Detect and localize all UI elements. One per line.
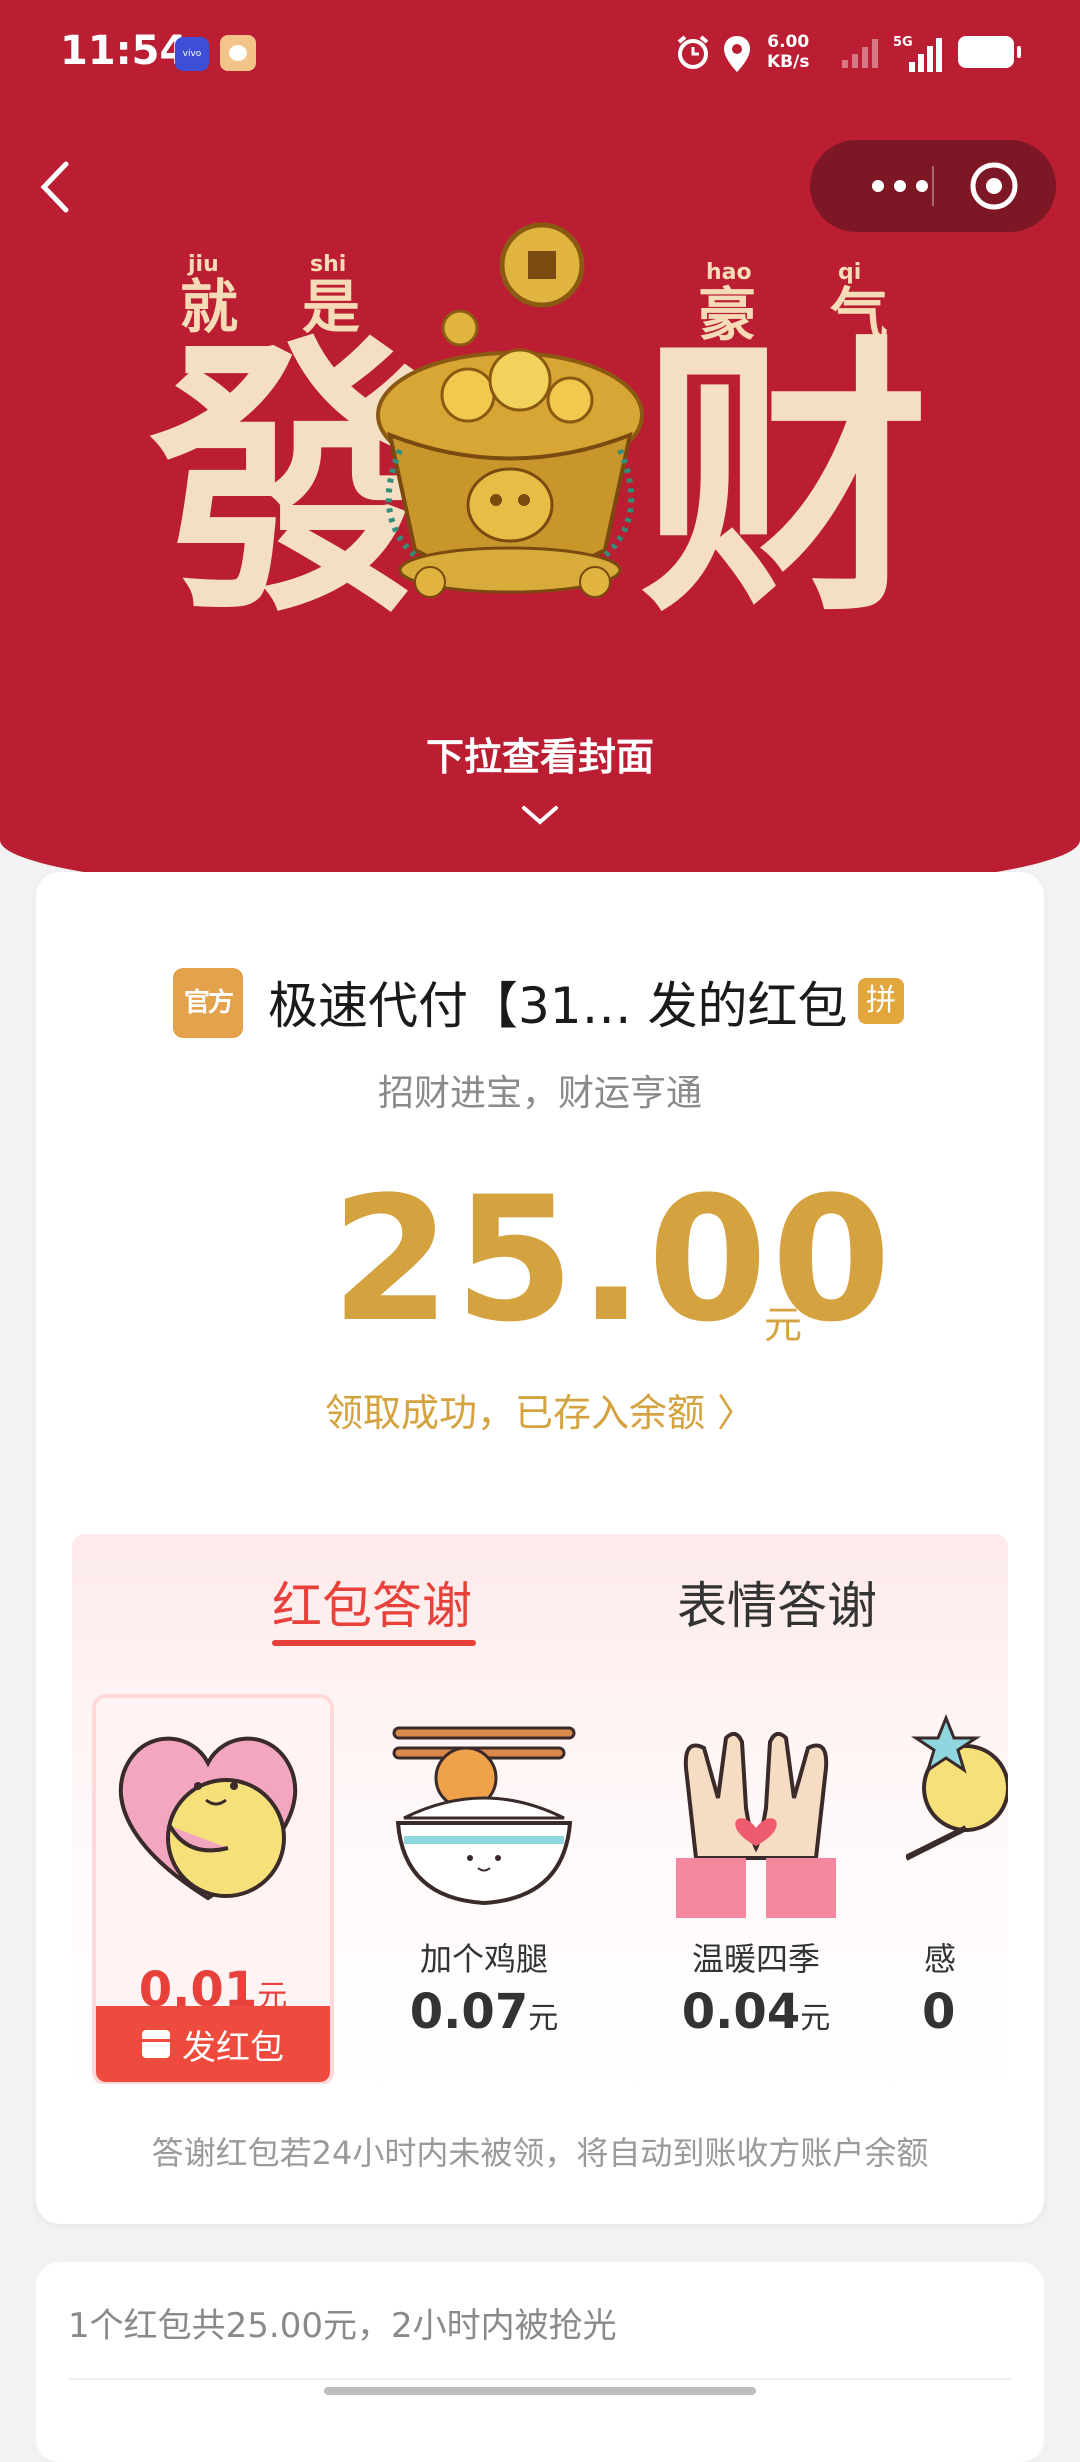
thanks-item-price: 0.07元 [409,1984,559,2040]
rice-bowl-drumstick-sticker [392,1726,576,1906]
thanks-item-name: 加个鸡腿 [419,1940,548,1978]
thanks-note: 答谢红包若24小时内未被领，将自动到账收方账户余额 [151,2134,929,2172]
network-speed: 6.00 KB/s [767,32,810,72]
cover-char-cai: 财 [640,314,930,651]
thanks-item-carousel[interactable]: 0.01元 发红包 加个鸡腿 0.07元 温暖四季 0.04元 感 0 [72,1694,1008,2084]
thanks-item-price: 0 [922,1984,956,2040]
pin-badge: 拼 [858,978,904,1024]
thanks-item-chicken-leg[interactable]: 加个鸡腿 0.07元 [362,1694,606,2084]
battery-icon [958,36,1021,68]
thanks-item-price: 0.04元 [681,1984,831,2040]
svg-text:5G: 5G [893,35,913,50]
home-indicator[interactable] [324,2387,756,2395]
close-target-icon[interactable] [968,160,1020,212]
signal-5g-icon: 5G [893,35,942,72]
thanks-item-name: 温暖四季 [691,1940,820,1978]
send-button-label: 发红包 [182,2027,284,2068]
location-icon [724,36,750,72]
mini-program-capsule [810,140,1056,232]
amount-value: 25.00 [331,1159,896,1360]
official-badge: 官方 [173,968,243,1038]
tab-sticker-thanks[interactable]: 表情答谢 [677,1566,877,1638]
capsule-divider [932,166,934,206]
blessing-text: 招财进宝，财运亨通 [377,1073,702,1114]
red-packet-detail-card: 官方 极速代付【31… 发的红包 拼 招财进宝，财运亨通 25.00 元 领取成… [36,872,1044,2224]
signal-weak-icon [842,39,878,68]
sender-row: 官方 极速代付【31… 发的红包 拼 [36,962,1044,1038]
status-time: 11:54 [60,28,188,74]
active-tab-indicator [272,1640,476,1646]
thanks-item-hug-heart[interactable]: 0.01元 发红包 [92,1694,334,2084]
tab-red-packet-thanks[interactable]: 红包答谢 [272,1566,472,1638]
sender-title: 极速代付【31… 发的红包 [268,977,848,1035]
summary-text: 1个红包共25.00元，2小时内被抢光 [68,2306,617,2346]
chevron-down-icon[interactable] [518,800,562,830]
status-bar: 11:54 vivo 6.00 KB/s 5G [0,0,1080,108]
gift-icon [142,2030,170,2058]
red-packet-cover-art: jiu shi hao qi 就 是 豪 气 發 财 [150,220,930,660]
send-red-packet-button[interactable]: 发红包 [96,2006,330,2082]
received-balance-link[interactable]: 领取成功，已存入余额 〉 [36,1382,1044,1437]
summary-divider [68,2378,1012,2380]
hug-heart-sticker [118,1736,298,1901]
vivo-app-icon: vivo [175,37,209,71]
thanks-panel: 红包答谢 表情答谢 0.01元 发红包 加个鸡腿 0.07元 温暖四季 0.04… [72,1534,1008,2094]
thanks-item-name: 感 [924,1940,957,1978]
alarm-icon [677,35,709,69]
more-menu-button[interactable] [850,140,950,232]
thanks-item-thanks-partial[interactable]: 感 0 [906,1694,1008,2084]
receive-summary-card: 1个红包共25.00元，2小时内被抢光 [36,2262,1044,2462]
amount-unit: 元 [764,1303,803,1347]
pull-down-hint[interactable]: 下拉查看封面 [0,726,1080,781]
notification-app-icon [220,35,256,71]
thanks-item-warm-seasons[interactable]: 温暖四季 0.04元 [634,1694,878,2084]
back-chevron-icon[interactable] [32,152,76,222]
star-sticker [906,1713,1008,1861]
heart-hands-sticker [676,1731,836,1918]
treasure-bowl-illustration [376,222,644,598]
